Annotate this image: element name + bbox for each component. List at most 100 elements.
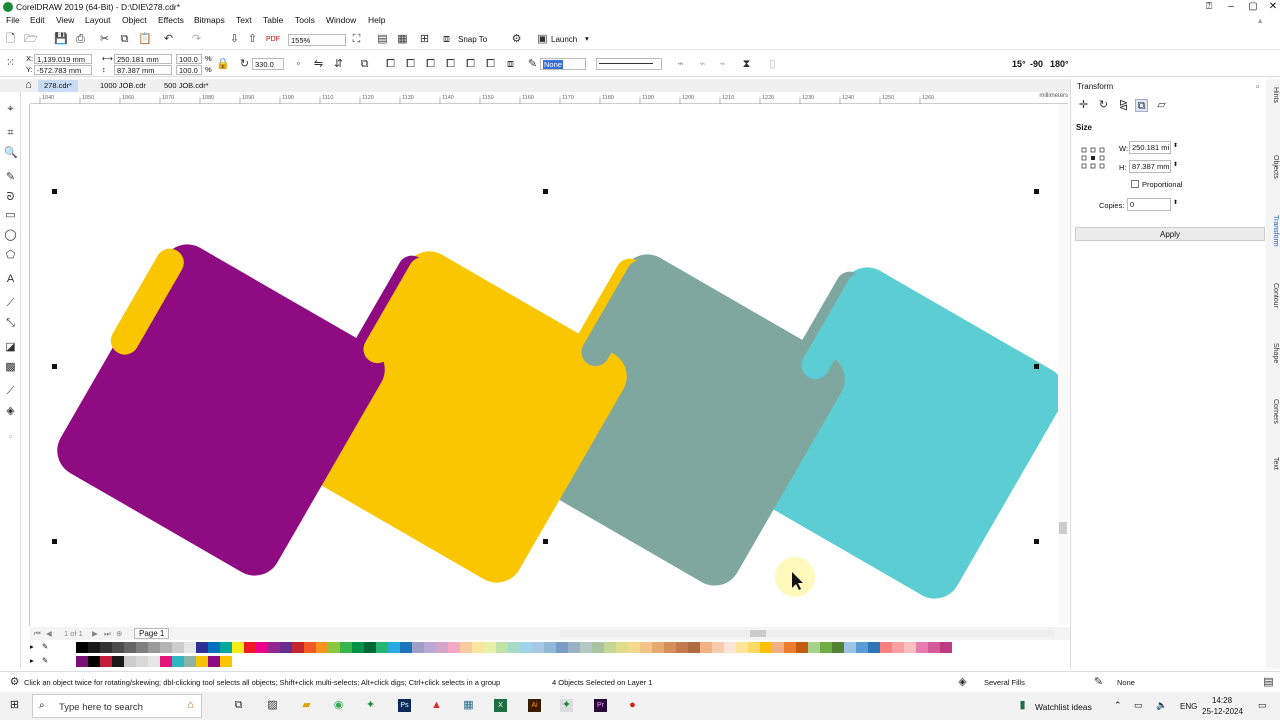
minimize-button[interactable]: – (1220, 0, 1242, 14)
rotation-angle-field[interactable]: 330.0 (252, 58, 284, 70)
clock-date[interactable]: 25-12-2024 (1202, 707, 1243, 716)
color-swatch[interactable] (208, 642, 220, 653)
docker-tab-corners[interactable]: Corners (1267, 399, 1279, 424)
status-settings-gear-icon[interactable]: ⚙ (8, 676, 21, 689)
grid-icon[interactable]: ▦ (396, 33, 409, 46)
color-swatch[interactable] (700, 642, 712, 653)
color-swatch[interactable] (676, 642, 688, 653)
next-page-icon[interactable]: ▶ (92, 629, 98, 638)
last-page-icon[interactable]: ⏭ (104, 629, 111, 639)
color-swatch[interactable] (364, 642, 376, 653)
weld-icon[interactable]: ⧠ (384, 58, 397, 71)
prev-page-icon[interactable]: ◀ (46, 629, 52, 638)
illustrator-icon[interactable]: Ai (528, 699, 541, 712)
mirror-vertical-icon[interactable]: ⇵ (332, 58, 345, 71)
object-origin-icon[interactable]: ⁙ (4, 57, 17, 70)
scale-width-field[interactable]: 100.0 (176, 54, 202, 64)
docker-close-icon[interactable]: ▫ (1251, 81, 1264, 94)
palette-scroll-icon-2[interactable]: ▸ (30, 656, 34, 665)
first-page-icon[interactable]: ⏮ (34, 629, 41, 639)
palette-eyedropper-icon-2[interactable]: ✎ (42, 656, 48, 665)
color-swatch[interactable] (232, 642, 244, 653)
launch-dropdown[interactable]: Launch (551, 35, 577, 44)
outline-pen-icon[interactable]: ✎ (526, 58, 539, 71)
color-swatch[interactable] (136, 656, 148, 667)
rectangle-tool-icon[interactable]: ▭ (4, 209, 17, 222)
color-swatch[interactable] (856, 642, 868, 653)
color-swatch[interactable] (316, 642, 328, 653)
menu-text[interactable]: Text (236, 15, 252, 25)
color-swatch[interactable] (184, 642, 196, 653)
color-swatch[interactable] (112, 642, 124, 653)
color-swatch[interactable] (532, 642, 544, 653)
color-swatch[interactable] (304, 642, 316, 653)
palette-eyedropper-icon[interactable]: ✎ (42, 642, 48, 651)
menu-bitmaps[interactable]: Bitmaps (194, 15, 225, 25)
color-swatch[interactable] (604, 642, 616, 653)
color-swatch[interactable] (148, 642, 160, 653)
color-swatch[interactable] (100, 656, 112, 667)
zoom-tool-icon[interactable]: 🔍 (4, 147, 18, 160)
copy-icon[interactable]: ⧉ (118, 33, 131, 46)
color-swatch[interactable] (328, 642, 340, 653)
color-swatch[interactable] (160, 656, 172, 667)
color-swatch[interactable] (472, 642, 484, 653)
group-icon[interactable]: ⧉ (358, 58, 371, 71)
color-swatch[interactable] (64, 642, 76, 653)
color-swatch[interactable] (508, 642, 520, 653)
selection-handle[interactable] (52, 364, 57, 369)
menu-effects[interactable]: Effects (158, 15, 184, 25)
interactive-fill-icon[interactable]: ◈ (4, 405, 17, 418)
file-explorer-icon[interactable]: ▰ (300, 699, 313, 712)
color-palette-document[interactable] (64, 656, 232, 667)
artistic-media-icon[interactable]: ᘐ (4, 191, 17, 204)
menu-help[interactable]: Help (368, 15, 385, 25)
palette-scroll-icon[interactable]: ▸ (30, 642, 34, 651)
color-swatch[interactable] (940, 642, 952, 653)
docker-tab-hints[interactable]: Hints (1267, 87, 1279, 103)
color-swatch[interactable] (88, 642, 100, 653)
color-swatch[interactable] (820, 642, 832, 653)
color-swatch[interactable] (724, 642, 736, 653)
ellipse-tool-icon[interactable]: ◯ (4, 229, 17, 242)
color-swatch[interactable] (664, 642, 676, 653)
premiere-icon[interactable]: Pr (594, 699, 607, 712)
fill-icon[interactable]: ◈ (956, 676, 969, 689)
help-icon[interactable]: ⍰ (1198, 0, 1220, 14)
color-swatch[interactable] (736, 642, 748, 653)
anchor-grid[interactable] (1081, 147, 1105, 169)
selection-handle[interactable] (52, 539, 57, 544)
taskbar-search-box[interactable]: ⌕ Type here to search (32, 694, 202, 718)
color-swatch[interactable] (580, 642, 592, 653)
color-swatch[interactable] (592, 642, 604, 653)
vertical-scrollbar[interactable] (1058, 104, 1068, 626)
color-swatch[interactable] (136, 642, 148, 653)
coreldraw-active-icon[interactable]: ✦ (560, 699, 573, 712)
color-swatch[interactable] (748, 642, 760, 653)
scale-mirror-mode-icon[interactable]: ⧎ (1117, 99, 1130, 112)
snap-to-dropdown[interactable]: Snap To (458, 35, 487, 44)
copies-spin-icon[interactable]: ⬍ (1173, 199, 1178, 206)
undo-icon[interactable]: ↶ (162, 33, 175, 46)
color-swatch[interactable] (712, 642, 724, 653)
connector-tool-icon[interactable]: ⤡ (4, 317, 17, 330)
color-palette-default[interactable] (64, 642, 952, 653)
calculator-icon[interactable]: ▦ (462, 699, 475, 712)
scale-height-field[interactable]: 100.0 (176, 65, 202, 75)
language-indicator[interactable]: ENG (1180, 702, 1197, 711)
outline-pen-status-icon[interactable]: ✎ (1092, 676, 1105, 689)
color-swatch[interactable] (88, 656, 100, 667)
color-swatch[interactable] (124, 642, 136, 653)
watchlist-icon[interactable]: ▮ (1016, 699, 1029, 712)
copies-field[interactable]: 0 (1127, 198, 1171, 211)
color-swatch[interactable] (160, 642, 172, 653)
scroll-thumb[interactable] (1059, 522, 1067, 534)
color-swatch[interactable] (208, 656, 220, 667)
color-swatch[interactable] (196, 656, 208, 667)
quick-customize-icon[interactable]: ▯ (766, 58, 779, 71)
coreldraw-icon[interactable]: ✦ (364, 699, 377, 712)
color-swatch[interactable] (868, 642, 880, 653)
object-height-field[interactable]: 87.387 mm (114, 65, 172, 75)
menu-table[interactable]: Table (263, 15, 283, 25)
color-swatch[interactable] (628, 642, 640, 653)
